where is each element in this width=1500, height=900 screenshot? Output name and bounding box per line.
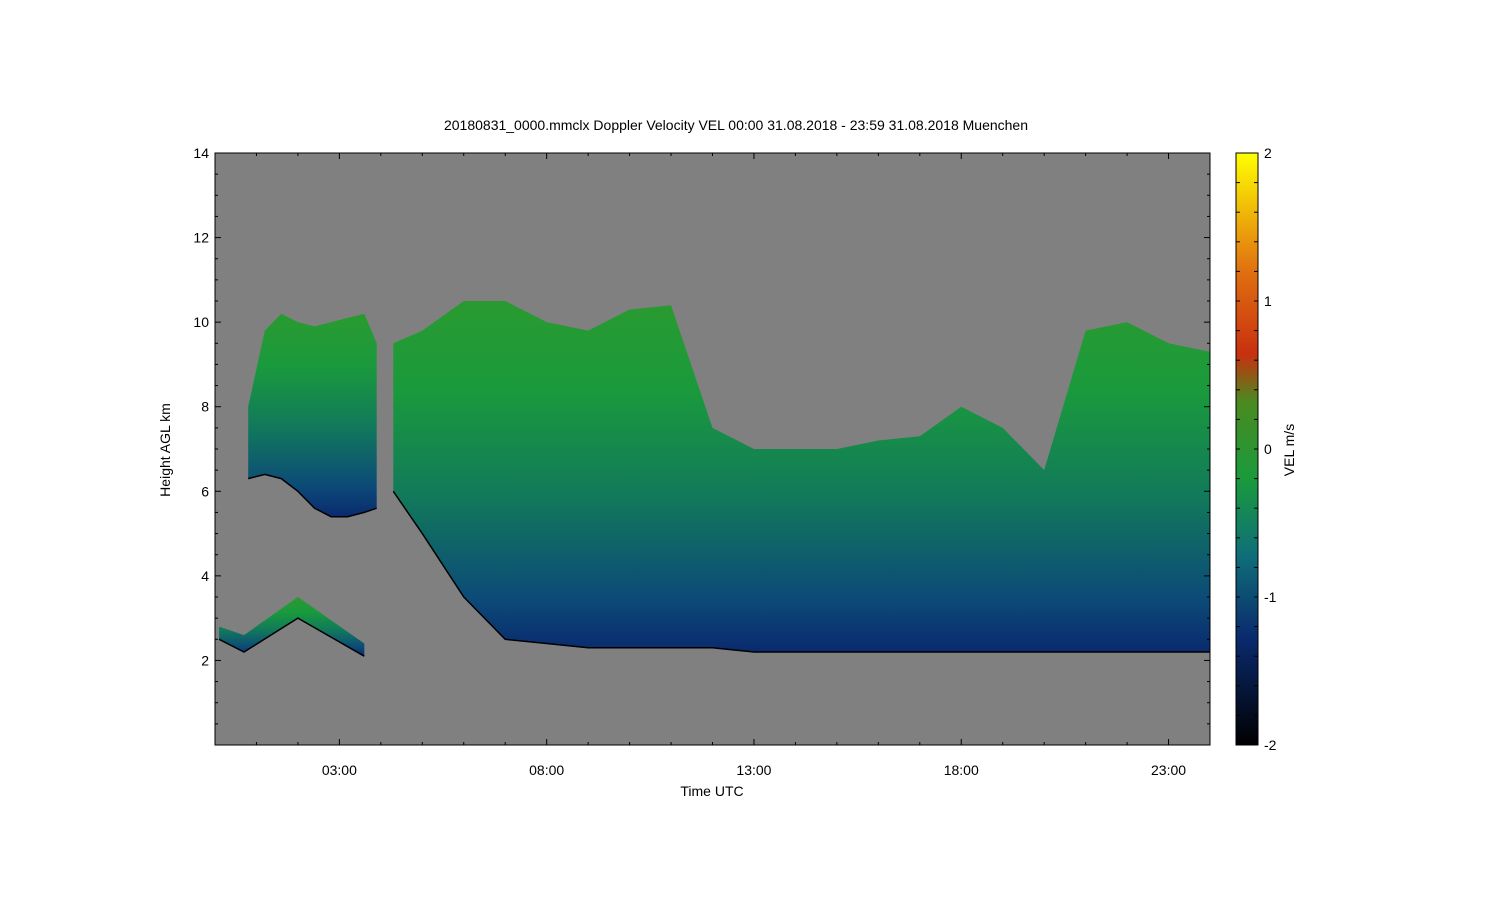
x-axis-label: Time UTC	[680, 783, 743, 799]
y-tick-label: 12	[193, 230, 209, 246]
y-tick-label: 14	[193, 145, 209, 161]
y-tick-label: 8	[201, 399, 209, 415]
colorbar-tick-label: 1	[1264, 293, 1272, 309]
x-tick-label: 08:00	[529, 762, 564, 778]
x-tick-label: 03:00	[322, 762, 357, 778]
x-tick-label: 18:00	[944, 762, 979, 778]
x-tick-label: 13:00	[736, 762, 771, 778]
y-axis-label: Height AGL km	[157, 403, 173, 497]
plot-area: 03:00 08:00 13:00 18:00 23:00 2 4 6 8 10 12 14	[193, 145, 1211, 778]
colorbar: -2 -1 0 1 2 VEL m/s	[1235, 145, 1297, 753]
y-tick-label: 4	[201, 568, 209, 584]
y-tick-label: 10	[193, 314, 209, 330]
colorbar-tick-label: -2	[1264, 737, 1277, 753]
chart: 20180831_0000.mmclx Doppler Velocity VEL…	[157, 117, 1297, 799]
x-tick-label: 23:00	[1151, 762, 1186, 778]
colorbar-label: VEL m/s	[1281, 424, 1297, 476]
y-tick-label: 6	[201, 483, 209, 499]
colorbar-tick-label: 2	[1264, 145, 1272, 161]
colorbar-tick-label: -1	[1264, 589, 1277, 605]
chart-title: 20180831_0000.mmclx Doppler Velocity VEL…	[444, 117, 1028, 133]
y-tick-label: 2	[201, 652, 209, 668]
colorbar-tick-label: 0	[1264, 441, 1272, 457]
